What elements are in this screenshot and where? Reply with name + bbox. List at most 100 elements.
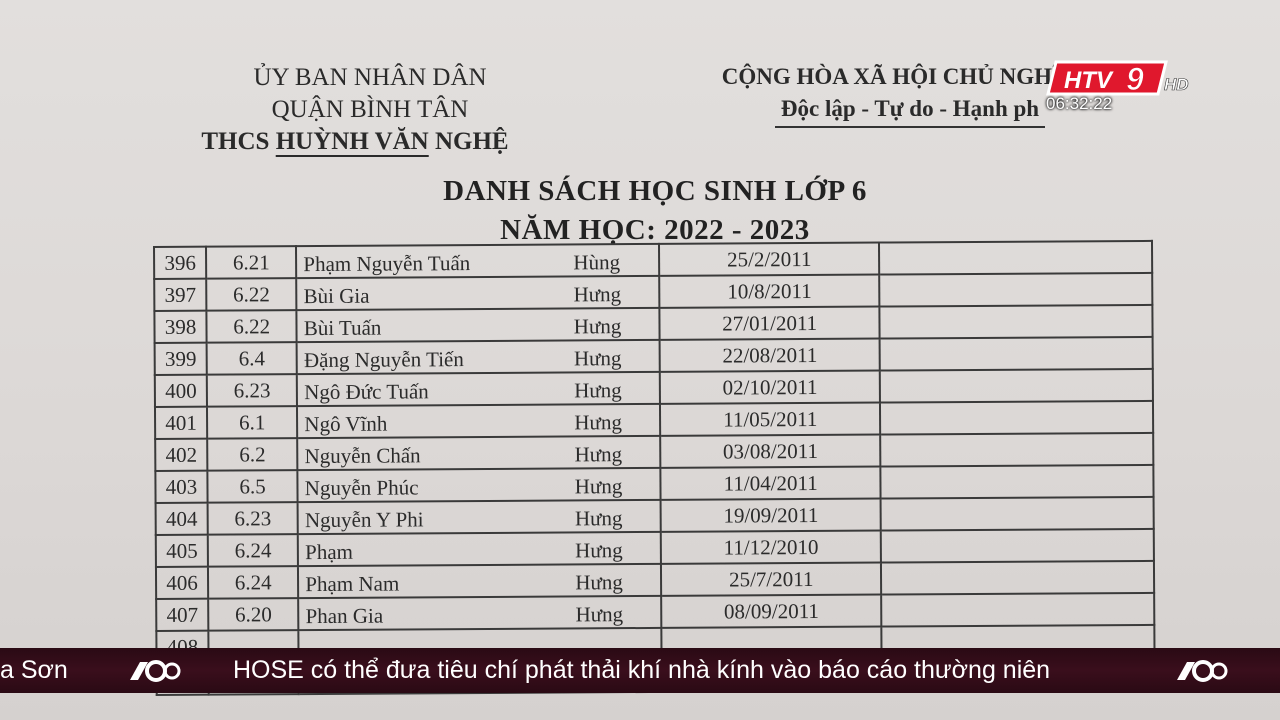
row-name-cell: Đặng Nguyễn Tiến Hưng xyxy=(296,339,660,375)
row-name-cell: Nguyễn Phúc Hưng xyxy=(297,467,661,503)
row-surname: Phan Gia xyxy=(305,603,384,629)
issuer-header: ỦY BAN NHÂN DÂN QUẬN BÌNH TÂN THCS HUỲNH… xyxy=(190,62,550,158)
row-given-name: Hưng xyxy=(575,570,623,595)
row-surname: Ngô Vĩnh xyxy=(304,411,388,437)
issuer-line-1: ỦY BAN NHÂN DÂN xyxy=(253,64,487,91)
row-number: 406 xyxy=(155,566,209,599)
row-surname: Phạm Nam xyxy=(305,571,400,597)
row-class: 6.23 xyxy=(207,502,299,535)
issuer-line-3-prefix: THCS xyxy=(201,128,276,155)
row-surname: Nguyễn Y Phi xyxy=(304,507,424,533)
title-line-1: DANH SÁCH HỌC SINH LỚP 6 xyxy=(443,175,867,207)
row-number: 399 xyxy=(154,342,207,375)
row-name-cell: Nguyễn Chấn Hưng xyxy=(297,435,661,471)
row-name-cell: Ngô Vĩnh Hưng xyxy=(297,403,661,439)
student-table: 396 6.21 Phạm Nguyễn Tuấn Hùng 25/2/2011 397 6… xyxy=(153,240,1156,696)
htv-60s-icon xyxy=(126,658,182,684)
row-note xyxy=(881,560,1155,595)
row-class: 6.22 xyxy=(206,310,297,343)
row-note xyxy=(880,336,1153,371)
row-class: 6.2 xyxy=(207,438,298,471)
document-title: DANH SÁCH HỌC SINH LỚP 6 NĂM HỌC: 2022 -… xyxy=(330,172,980,250)
row-surname: Phạm Nguyễn Tuấn xyxy=(303,251,471,277)
row-birthdate: 27/01/2011 xyxy=(659,306,881,340)
svg-text:HD: HD xyxy=(1164,75,1189,94)
row-note xyxy=(879,304,1153,339)
row-number: 396 xyxy=(154,246,207,279)
ticker-headline: HOSE có thể đưa tiêu chí phát thải khí n… xyxy=(233,656,1051,684)
issuer-line-2: QUẬN BÌNH TÂN xyxy=(271,96,469,123)
row-birthdate: 08/09/2011 xyxy=(661,594,882,628)
row-name-cell: Bùi Tuấn Hưng xyxy=(296,307,660,343)
row-note xyxy=(881,528,1154,563)
row-number: 403 xyxy=(155,470,208,503)
row-note xyxy=(880,432,1154,467)
row-class: 6.21 xyxy=(206,246,297,279)
ticker-previous-text: a Sơn xyxy=(0,656,68,684)
row-birthdate: 03/08/2011 xyxy=(660,434,881,468)
row-given-name: Hưng xyxy=(574,442,623,467)
row-name-cell: Phạm Nguyễn Tuấn Hùng xyxy=(296,243,660,279)
row-number: 398 xyxy=(154,310,207,343)
row-birthdate: 25/2/2011 xyxy=(658,242,880,276)
national-motto: Độc lập - Tự do - Hạnh ph xyxy=(774,94,1046,128)
row-surname: Nguyễn Phúc xyxy=(304,475,419,501)
row-number: 407 xyxy=(156,598,209,631)
row-name-cell: Bùi Gia Hưng xyxy=(296,275,660,311)
row-class: 6.4 xyxy=(206,342,298,375)
row-given-name: Hưng xyxy=(573,314,622,339)
row-given-name: Hùng xyxy=(573,250,621,275)
row-birthdate: 02/10/2011 xyxy=(659,370,881,404)
row-class: 6.1 xyxy=(207,406,298,439)
row-number: 400 xyxy=(154,374,208,407)
row-birthdate: 22/08/2011 xyxy=(659,338,881,372)
row-given-name: Hưng xyxy=(575,602,624,627)
row-surname: Nguyễn Chấn xyxy=(304,443,421,469)
row-surname: Bùi Tuấn xyxy=(303,315,382,341)
row-number: 404 xyxy=(155,502,208,535)
row-note xyxy=(880,368,1153,403)
row-name-cell: Phạm Nam Hưng xyxy=(298,563,662,599)
row-birthdate: 19/09/2011 xyxy=(660,498,882,532)
row-name-cell: Nguyễn Y Phi Hưng xyxy=(297,499,661,535)
issuer-line-3: THCS HUỲNH VĂN NGHỆ xyxy=(160,126,550,158)
row-number: 405 xyxy=(155,534,209,567)
row-note xyxy=(881,592,1155,627)
svg-text:HTV: HTV xyxy=(1064,67,1114,94)
row-given-name: Hưng xyxy=(573,346,622,371)
row-given-name: Hưng xyxy=(574,474,623,499)
row-number: 397 xyxy=(154,278,207,311)
htv-60s-icon xyxy=(1173,658,1229,684)
row-name-cell: Phan Gia Hưng xyxy=(298,595,662,631)
row-surname: Bùi Gia xyxy=(303,283,370,309)
row-surname: Phạm xyxy=(305,539,354,565)
row-given-name: Hưng xyxy=(574,410,622,435)
issuer-line-3-suffix: NGHỆ xyxy=(428,128,509,155)
row-given-name: Hưng xyxy=(573,282,622,307)
row-note xyxy=(880,496,1154,531)
row-surname: Ngô Đức Tuấn xyxy=(304,379,429,405)
broadcast-clock: 06:32:22 xyxy=(1046,94,1113,113)
row-class: 6.24 xyxy=(208,566,299,599)
news-ticker: a Sơn HOSE có thể đưa tiêu chí phát thải… xyxy=(0,648,1280,693)
row-number: 401 xyxy=(154,406,208,439)
row-birthdate: 25/7/2011 xyxy=(660,562,882,596)
row-birthdate: 10/8/2011 xyxy=(659,274,880,308)
row-note xyxy=(880,400,1154,435)
row-given-name: Hưng xyxy=(574,506,623,531)
row-note xyxy=(879,240,1153,275)
row-class: 6.24 xyxy=(207,534,299,567)
row-given-name: Hưng xyxy=(575,538,623,563)
row-birthdate: 11/04/2011 xyxy=(660,466,881,500)
row-note xyxy=(879,272,1153,307)
row-birthdate: 11/12/2010 xyxy=(660,530,882,564)
row-given-name: Hưng xyxy=(574,378,622,403)
row-surname: Đặng Nguyễn Tiến xyxy=(303,347,464,373)
row-birthdate: 11/05/2011 xyxy=(659,402,881,436)
row-note xyxy=(880,464,1154,499)
row-class: 6.23 xyxy=(206,374,298,407)
htv9-hd-logo: HTV 9 HD xyxy=(1046,58,1196,98)
row-number: 402 xyxy=(155,438,208,471)
row-class: 6.22 xyxy=(206,278,297,311)
svg-text:9: 9 xyxy=(1126,61,1144,97)
